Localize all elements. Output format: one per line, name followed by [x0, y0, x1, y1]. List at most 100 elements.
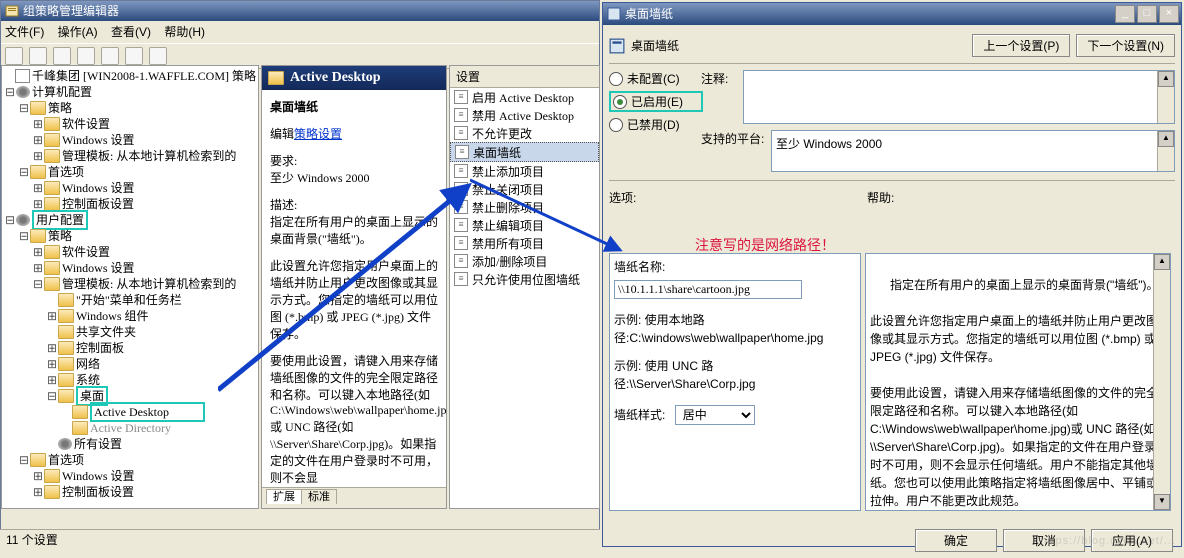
tree-shared[interactable]: 共享文件夹: [76, 324, 136, 340]
tree-network[interactable]: 网络: [76, 356, 100, 372]
menu-file[interactable]: 文件(F): [5, 25, 44, 39]
tree-active-directory[interactable]: Active Directory: [90, 420, 171, 436]
scroll-icon: [15, 69, 30, 83]
help-panel[interactable]: 指定在所有用户的桌面上显示的桌面背景("墙纸")。 此设置允许您指定用户桌面上的…: [865, 253, 1171, 511]
settings-list[interactable]: 设置 ≡启用 Active Desktop≡禁用 Active Desktop≡…: [449, 65, 600, 509]
prev-setting-button[interactable]: 上一个设置(P): [972, 34, 1070, 57]
folder-icon: [44, 245, 60, 259]
tab-extended[interactable]: 扩展: [266, 489, 302, 504]
tool-back-icon[interactable]: [5, 47, 23, 65]
radio-disabled[interactable]: 已禁用(D): [609, 116, 701, 133]
tree-prefs2[interactable]: 首选项: [48, 452, 84, 468]
tree-policies[interactable]: 策略: [48, 100, 72, 116]
policy-tree[interactable]: 千峰集团 [WIN2008-1.WAFFLE.COM] 策略 ⊟计算机配置 ⊟策…: [1, 65, 259, 509]
tree-comp-cfg[interactable]: 计算机配置: [32, 84, 92, 100]
tree-winset2[interactable]: Windows 设置: [62, 468, 135, 484]
wallpaper-style-select[interactable]: 居中: [675, 405, 755, 425]
tree-wincomp[interactable]: Windows 组件: [76, 308, 149, 324]
wallpaper-name-input[interactable]: [614, 280, 802, 299]
tree-win[interactable]: Windows 设置: [62, 132, 135, 148]
folder-icon: [30, 229, 46, 243]
description-pane: Active Desktop 桌面墙纸 编辑策略设置 要求: 至少 Window…: [261, 65, 447, 509]
help-label: 帮助:: [867, 189, 894, 206]
annotation-text: 注意写的是网络路径！: [695, 235, 835, 255]
scroll-up-icon[interactable]: ▲: [1158, 131, 1174, 147]
setting-icon: ≡: [454, 164, 468, 178]
tree-startmenu[interactable]: "开始"菜单和任务栏: [76, 292, 182, 308]
list-item[interactable]: ≡禁止编辑项目: [450, 216, 599, 234]
list-item[interactable]: ≡禁止关闭项目: [450, 180, 599, 198]
tree-prefs[interactable]: 首选项: [48, 164, 84, 180]
tree-root[interactable]: 千峰集团 [WIN2008-1.WAFFLE.COM] 策略: [32, 68, 256, 84]
tool-fwd-icon[interactable]: [29, 47, 47, 65]
list-col-header[interactable]: 设置: [450, 66, 599, 88]
gpedit-titlebar: 组策略管理编辑器: [1, 1, 599, 21]
wp-style-label: 墙纸样式:: [614, 408, 665, 422]
folder-icon: [58, 325, 74, 339]
desc-para2: 此设置允许您指定用户桌面上的墙纸并防止用户更改图像或其显示方式。您指定的墙纸可以…: [270, 257, 438, 342]
folder-icon: [58, 309, 74, 323]
req-value: 至少 Windows 2000: [270, 169, 438, 186]
minimize-button[interactable]: _: [1115, 5, 1135, 23]
radio-notconfigured[interactable]: 未配置(C): [609, 70, 701, 87]
tool-filter-icon[interactable]: [149, 47, 167, 65]
tree-cpset2[interactable]: 控制面板设置: [62, 484, 134, 500]
tree-winset1[interactable]: Windows 设置: [62, 180, 135, 196]
tree-win2[interactable]: Windows 设置: [62, 260, 135, 276]
folder-icon: [58, 389, 74, 403]
scroll-down-icon[interactable]: ▼: [1154, 494, 1170, 510]
folder-icon: [44, 181, 60, 195]
tree-admintpl2[interactable]: 管理模板: 从本地计算机检索到的: [62, 276, 236, 292]
tree-sw[interactable]: 软件设置: [62, 116, 110, 132]
folder-icon: [72, 421, 88, 435]
maximize-button[interactable]: □: [1137, 5, 1157, 23]
folder-icon: [58, 373, 74, 387]
example-unc-path: 径:\\Server\Share\Corp.jpg: [614, 375, 856, 393]
close-button[interactable]: ×: [1159, 5, 1179, 23]
list-item[interactable]: ≡桌面墙纸: [450, 142, 599, 162]
tool-props-icon[interactable]: [77, 47, 95, 65]
folder-icon: [44, 261, 60, 275]
scroll-up-icon[interactable]: ▲: [1154, 254, 1170, 270]
list-item[interactable]: ≡启用 Active Desktop: [450, 88, 599, 106]
menu-view[interactable]: 查看(V): [111, 25, 151, 39]
list-item[interactable]: ≡禁用 Active Desktop: [450, 106, 599, 124]
comment-label: 注释:: [701, 70, 743, 124]
tree-policies2[interactable]: 策略: [48, 228, 72, 244]
desc-line1: 指定在所有用户的桌面上显示的桌面背景("墙纸")。: [270, 213, 438, 247]
folder-icon: [44, 149, 60, 163]
comment-textarea[interactable]: ▲: [743, 70, 1175, 124]
tree-sw2[interactable]: 软件设置: [62, 244, 110, 260]
setting-icon: ≡: [454, 108, 468, 122]
gear-icon: [16, 214, 30, 226]
gear-icon: [58, 438, 72, 450]
menu-help[interactable]: 帮助(H): [164, 25, 205, 39]
radio-enabled[interactable]: 已启用(E): [609, 91, 703, 112]
next-setting-button[interactable]: 下一个设置(N): [1076, 34, 1175, 57]
tree-admintpl[interactable]: 管理模板: 从本地计算机检索到的: [62, 148, 236, 164]
tool-up-icon[interactable]: [53, 47, 71, 65]
tab-standard[interactable]: 标准: [301, 489, 337, 504]
desc-header: Active Desktop: [290, 70, 381, 85]
tool-refresh-icon[interactable]: [101, 47, 119, 65]
edit-policy-link[interactable]: 策略设置: [294, 127, 342, 141]
list-item[interactable]: ≡不允许更改: [450, 124, 599, 142]
folder-icon: [30, 101, 46, 115]
scroll-up-icon[interactable]: ▲: [1158, 71, 1174, 87]
tree-allset[interactable]: 所有设置: [74, 436, 122, 452]
list-item[interactable]: ≡只允许使用位图墙纸: [450, 270, 599, 288]
menu-action[interactable]: 操作(A): [58, 25, 98, 39]
tree-cp[interactable]: 控制面板: [76, 340, 124, 356]
tool-help-icon[interactable]: [125, 47, 143, 65]
folder-icon: [44, 197, 60, 211]
gpedit-title: 组策略管理编辑器: [23, 1, 119, 21]
example-local-head: 示例: 使用本地路: [614, 311, 856, 329]
folder-icon: [44, 277, 60, 291]
tree-user-cfg[interactable]: 用户配置: [32, 210, 88, 230]
folder-icon: [58, 357, 74, 371]
tree-active-desktop[interactable]: Active Desktop: [90, 402, 205, 422]
list-item[interactable]: ≡禁止删除项目: [450, 198, 599, 216]
list-item[interactable]: ≡添加/删除项目: [450, 252, 599, 270]
list-item[interactable]: ≡禁用所有项目: [450, 234, 599, 252]
list-item[interactable]: ≡禁止添加项目: [450, 162, 599, 180]
